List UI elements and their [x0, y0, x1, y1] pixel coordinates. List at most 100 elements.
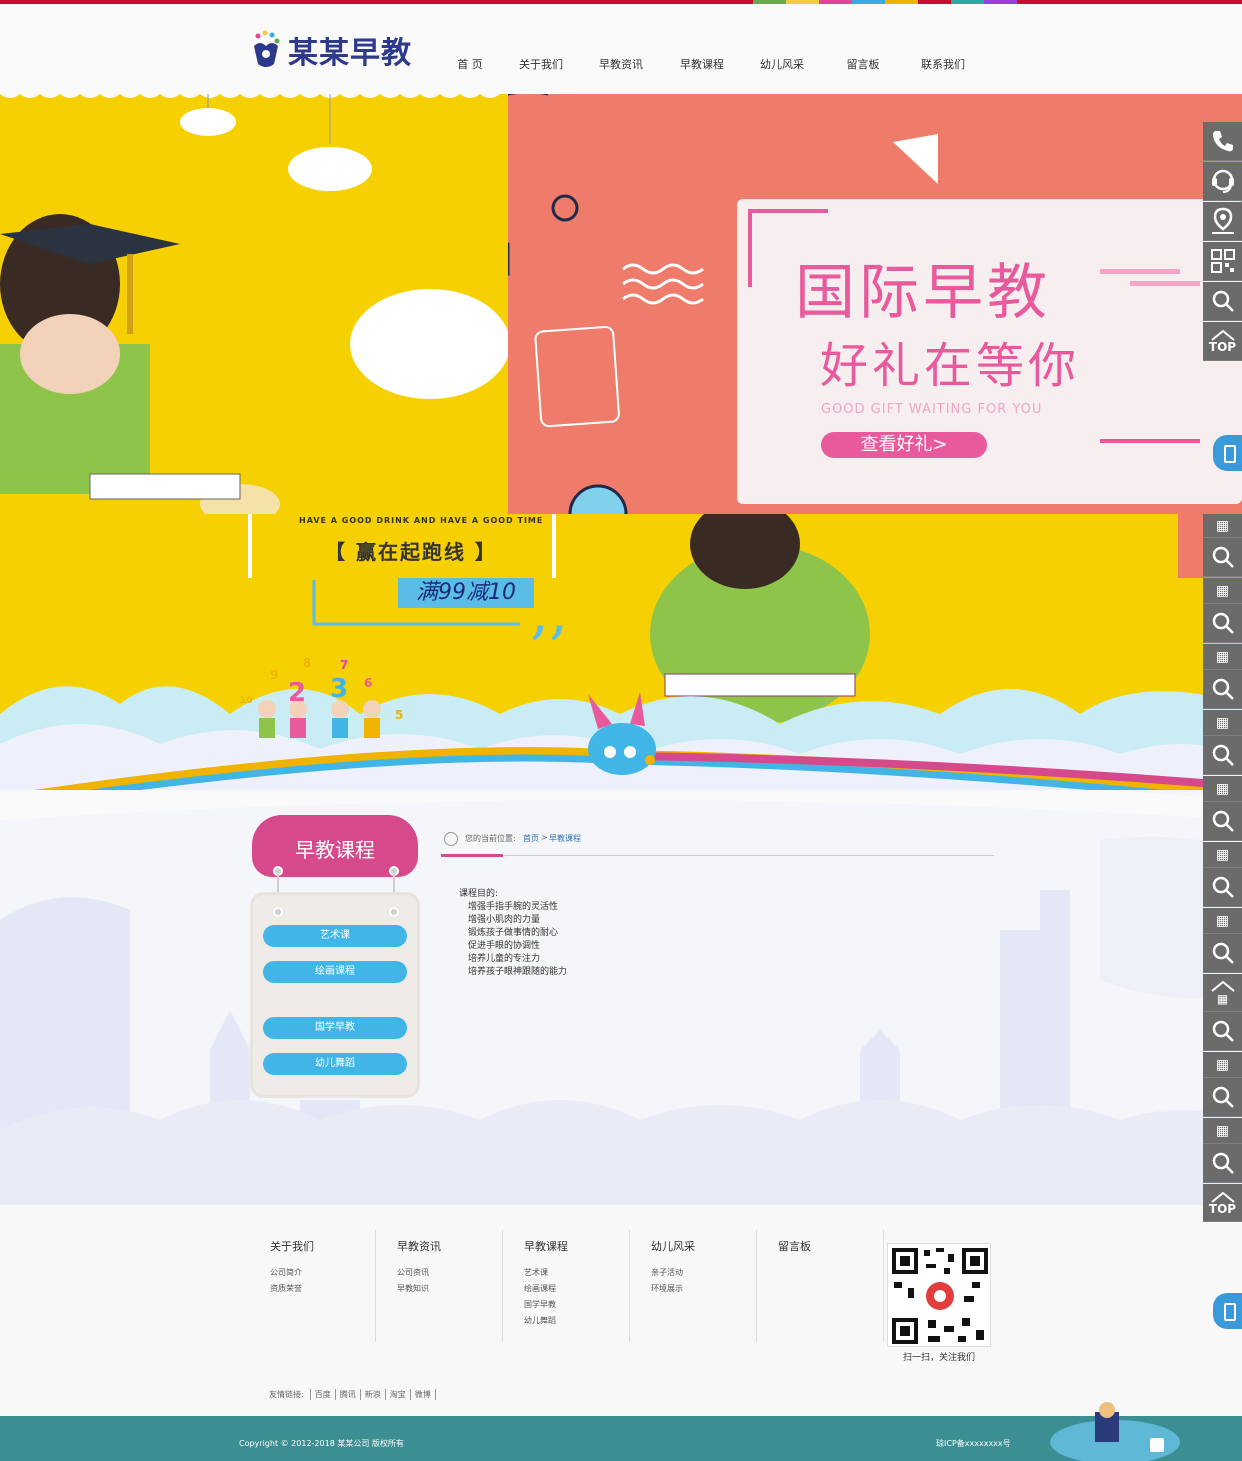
number-digits: 9 8 7 10 2 3 6 5: [240, 656, 410, 722]
search-button[interactable]: [1203, 736, 1242, 775]
article-line: 培养孩子眼神跟随的能力: [468, 967, 568, 977]
top-arrow-icon: [1210, 980, 1235, 992]
sidebar-item-chinese[interactable]: 国学早教: [263, 1017, 407, 1039]
footer-link[interactable]: 国学早教: [524, 1299, 556, 1310]
character-illustration: [1050, 1402, 1180, 1461]
breadcrumb-current[interactable]: 早教课程: [549, 833, 581, 844]
qr-icon: ▦: [1215, 714, 1230, 731]
qr-icon: [1210, 249, 1235, 273]
footer-link[interactable]: 艺术课: [524, 1267, 548, 1278]
search-icon: [1212, 546, 1234, 568]
footer-link[interactable]: 绘画课程: [524, 1283, 556, 1294]
qr-button[interactable]: ▦: [1203, 1118, 1242, 1144]
top-label: TOP: [1208, 340, 1237, 354]
footer-link[interactable]: 公司简介: [270, 1267, 302, 1278]
qr-icon: ▦: [1215, 1122, 1230, 1139]
qr-button[interactable]: [1203, 242, 1242, 281]
nav-contact[interactable]: 联系我们: [906, 56, 980, 72]
view-gift-button[interactable]: 查看好礼>: [821, 432, 987, 458]
friend-link[interactable]: 微博: [409, 1389, 436, 1400]
customer-service-icon: [1211, 169, 1234, 193]
search-button[interactable]: [1203, 538, 1242, 577]
search-button[interactable]: [1203, 670, 1242, 709]
nav-guestbook[interactable]: 留言板: [820, 56, 906, 72]
search-button[interactable]: [1203, 1012, 1242, 1051]
friend-links: 友情链接: 百度 腾讯 新浪 淘宝 微博: [269, 1389, 436, 1400]
digit: 2: [288, 678, 307, 708]
search-button[interactable]: [1203, 934, 1242, 973]
qr-button[interactable]: ▦: [1203, 842, 1242, 868]
digit: 10: [240, 696, 253, 706]
friend-link[interactable]: 腾讯: [334, 1389, 360, 1400]
hand-logo-icon: [254, 30, 280, 67]
banner-title: 国际早教: [795, 258, 1051, 328]
back-to-top-button[interactable]: TOP: [1203, 1184, 1242, 1222]
qr-button[interactable]: ▦: [1203, 644, 1242, 670]
qr-button[interactable]: ▦: [1203, 578, 1242, 604]
friend-link[interactable]: 百度: [309, 1389, 335, 1400]
search-icon: [1212, 1086, 1234, 1108]
qr-button[interactable]: ▦: [1203, 776, 1242, 802]
footer-column-title[interactable]: 留言板: [778, 1238, 811, 1254]
search-button[interactable]: [1203, 604, 1242, 643]
search-button[interactable]: [1203, 802, 1242, 841]
cloud-icon: [180, 108, 236, 136]
qr-button[interactable]: ▦: [1203, 514, 1242, 538]
sidebar-item-art[interactable]: 艺术课: [263, 925, 407, 947]
friend-links-label: 友情链接:: [269, 1390, 304, 1399]
mobile-tab[interactable]: [1213, 1293, 1242, 1329]
top-label: TOP: [1208, 1201, 1237, 1216]
qr-button[interactable]: ▦: [1203, 908, 1242, 934]
customer-service-button[interactable]: [1203, 162, 1242, 201]
banner2-illustration: ,,: [0, 514, 1242, 814]
qr-button[interactable]: ▦: [1203, 1052, 1242, 1078]
footer-column-title[interactable]: 早教课程: [524, 1238, 568, 1254]
search-icon: [1212, 1020, 1234, 1042]
nav-home[interactable]: 首 页: [440, 56, 500, 72]
search-button[interactable]: [1203, 1144, 1242, 1183]
footer-link[interactable]: 幼儿舞蹈: [524, 1315, 556, 1326]
friend-link[interactable]: 新浪: [359, 1389, 385, 1400]
banner2-small-text: HAVE A GOOD DRINK AND HAVE A GOOD TIME: [299, 516, 544, 525]
phone-button[interactable]: [1203, 122, 1242, 161]
hero-banner[interactable]: [0, 94, 1242, 514]
footer-link[interactable]: 亲子活动: [651, 1267, 683, 1278]
nav-showcase[interactable]: 幼儿风采: [744, 56, 820, 72]
search-icon: [1212, 744, 1234, 766]
footer-link[interactable]: 资质荣誉: [270, 1283, 302, 1294]
search-button[interactable]: [1203, 282, 1242, 321]
sidebar-item-dance[interactable]: 幼儿舞蹈: [263, 1053, 407, 1075]
site-logo[interactable]: 某某早教: [250, 28, 412, 72]
breadcrumb-home[interactable]: 首页: [523, 833, 539, 844]
footer-column-title[interactable]: 早教资讯: [397, 1238, 441, 1254]
dash-decoration: [1100, 269, 1200, 286]
footer-column-title[interactable]: 幼儿风采: [651, 1238, 695, 1254]
digit: 3: [330, 674, 349, 704]
mobile-tab[interactable]: [1213, 435, 1242, 471]
sidebar-item-painting[interactable]: 绘画课程: [263, 961, 407, 983]
qr-icon: ▦: [1215, 648, 1230, 665]
footer-link[interactable]: 环境展示: [651, 1283, 683, 1294]
nav-news[interactable]: 早教资讯: [582, 56, 660, 72]
second-banner: ,, HAVE A GOOD DRINK AND HAVE A GOOD TIM…: [0, 514, 1242, 814]
qr-caption: 扫一扫，关注我们: [903, 1353, 976, 1363]
footer-link[interactable]: 公司资讯: [397, 1267, 429, 1278]
back-to-top-button[interactable]: TOP: [1203, 322, 1242, 361]
footer-column-title[interactable]: 关于我们: [270, 1238, 314, 1254]
nav-courses[interactable]: 早教课程: [660, 56, 744, 72]
logo-text: 某某早教: [288, 36, 412, 71]
friend-link[interactable]: 淘宝: [384, 1389, 410, 1400]
nav-about[interactable]: 关于我们: [500, 56, 582, 72]
qr-icon: ▦: [1216, 991, 1229, 1006]
location-button[interactable]: [1203, 202, 1242, 241]
search-button[interactable]: [1203, 1078, 1242, 1117]
footer-link[interactable]: 早教知识: [397, 1283, 429, 1294]
search-icon: [1212, 942, 1234, 964]
back-to-top-button[interactable]: ▦: [1203, 974, 1242, 1012]
qr-code-icon: [892, 1248, 988, 1344]
search-button[interactable]: [1203, 868, 1242, 907]
qr-button[interactable]: ▦: [1203, 710, 1242, 736]
footer-column-showcase: 幼儿风采 亲子活动 环境展示: [631, 1230, 757, 1342]
hanger-peg: [389, 907, 399, 917]
footer-column-news: 早教资讯 公司资讯 早教知识: [377, 1230, 503, 1342]
